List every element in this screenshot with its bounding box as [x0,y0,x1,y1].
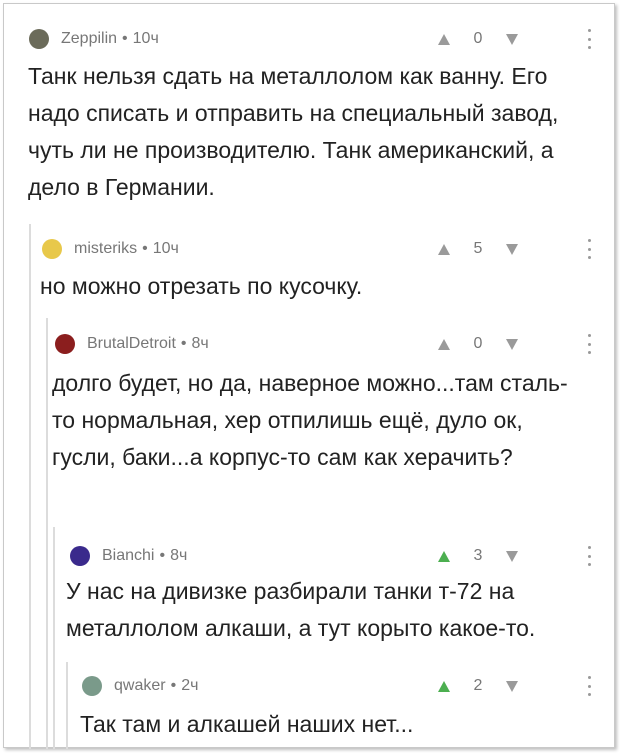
avatar[interactable] [82,676,102,696]
meta-separator: • [122,30,128,47]
score: 5 [473,240,483,257]
avatar[interactable] [70,546,90,566]
score: 0 [473,335,483,352]
meta-separator: • [170,677,177,694]
more-vertical-icon[interactable] [588,29,592,49]
comment-text: долго будет, но да, наверное можно...там… [52,370,568,470]
downvote-arrow-icon[interactable] [506,243,518,255]
more-vertical-icon[interactable] [588,546,592,566]
thread-line-level-4[interactable] [66,662,68,749]
username[interactable]: misteriks [74,240,137,258]
thread-line-level-1[interactable] [29,224,31,749]
upvote-arrow-icon[interactable] [438,680,450,692]
comment-header: qwaker • 2ч [82,674,198,698]
more-vertical-icon[interactable] [588,334,592,354]
downvote-arrow-icon[interactable] [506,680,518,692]
comment-text: Танк нельзя сдать на металлолом как ванн… [28,63,559,200]
timestamp[interactable]: 10ч [153,240,179,258]
vote-controls: 5 [438,237,518,261]
vote-controls: 3 [438,544,518,568]
thread-line-level-2[interactable] [46,318,48,749]
comment-header: Bianchi • 8ч [70,544,187,568]
comment-text: У нас на дивизке разбирали танки т-72 на… [66,578,536,641]
timestamp[interactable]: 8ч [170,547,187,565]
vote-controls: 2 [438,674,518,698]
timestamp[interactable]: 10ч [133,30,159,48]
avatar[interactable] [42,239,62,259]
meta-separator: • [142,240,148,257]
upvote-arrow-icon[interactable] [438,550,450,562]
upvote-arrow-icon[interactable] [438,338,450,350]
meta-separator: • [159,547,166,564]
timestamp[interactable]: 2ч [181,677,198,695]
timestamp[interactable]: 8ч [192,335,209,353]
comment-text: но можно отрезать по кусочку. [40,273,363,299]
comment-header: misteriks • 10ч [42,237,179,261]
score: 0 [473,30,483,47]
username[interactable]: BrutalDetroit [87,335,176,353]
meta-separator: • [180,335,187,352]
comment-header: Zeppilin • 10ч [29,27,159,51]
vote-controls: 0 [438,332,518,356]
comment-text: Так там и алкашей наших нет... [80,711,414,737]
upvote-arrow-icon[interactable] [438,243,450,255]
username[interactable]: Bianchi [102,547,154,565]
more-vertical-icon[interactable] [588,239,592,259]
comment-header: BrutalDetroit • 8ч [55,332,209,356]
thread-line-level-3[interactable] [53,527,55,749]
avatar[interactable] [55,334,75,354]
downvote-arrow-icon[interactable] [506,550,518,562]
more-vertical-icon[interactable] [588,676,592,696]
vote-controls: 0 [438,27,518,51]
score: 2 [473,677,483,694]
score: 3 [473,547,483,564]
avatar[interactable] [29,29,49,49]
downvote-arrow-icon[interactable] [506,338,518,350]
username[interactable]: qwaker [114,677,166,695]
username[interactable]: Zeppilin [61,30,117,48]
upvote-arrow-icon[interactable] [438,33,450,45]
downvote-arrow-icon[interactable] [506,33,518,45]
